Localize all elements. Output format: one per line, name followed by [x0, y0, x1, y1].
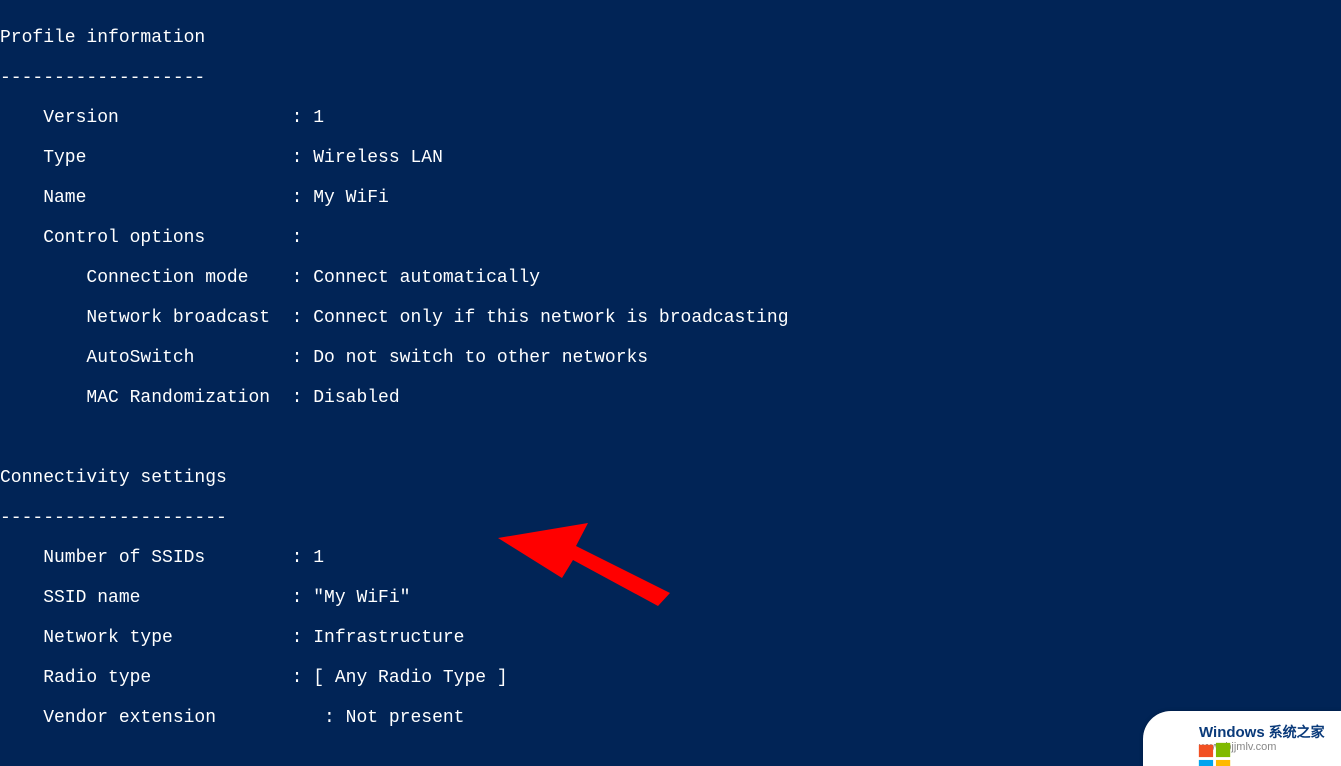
connectivity-line: Vendor extension : Not present	[0, 708, 789, 728]
profile-section-dashes: -------------------	[0, 68, 789, 88]
profile-line: MAC Randomization : Disabled	[0, 388, 789, 408]
connectivity-line: Number of SSIDs : 1	[0, 548, 789, 568]
profile-line: AutoSwitch : Do not switch to other netw…	[0, 348, 789, 368]
watermark-brand: Windows 系统之家	[1199, 725, 1325, 740]
terminal-output[interactable]: Profile information ------------------- …	[0, 8, 789, 766]
profile-line: Network broadcast : Connect only if this…	[0, 308, 789, 328]
profile-line: Name : My WiFi	[0, 188, 789, 208]
connectivity-line: SSID name : "My WiFi"	[0, 588, 789, 608]
windows-logo-icon	[1153, 720, 1191, 758]
connectivity-line: Radio type : [ Any Radio Type ]	[0, 668, 789, 688]
profile-line: Control options :	[0, 228, 789, 248]
blank-line	[0, 428, 789, 448]
profile-section-header: Profile information	[0, 28, 789, 48]
profile-line: Version : 1	[0, 108, 789, 128]
watermark: Windows 系统之家 www.bjjmlv.com	[1143, 711, 1341, 766]
connectivity-line: Network type : Infrastructure	[0, 628, 789, 648]
profile-line: Connection mode : Connect automatically	[0, 268, 789, 288]
profile-line: Type : Wireless LAN	[0, 148, 789, 168]
connectivity-section-header: Connectivity settings	[0, 468, 789, 488]
blank-line	[0, 748, 789, 766]
connectivity-section-dashes: ---------------------	[0, 508, 789, 528]
